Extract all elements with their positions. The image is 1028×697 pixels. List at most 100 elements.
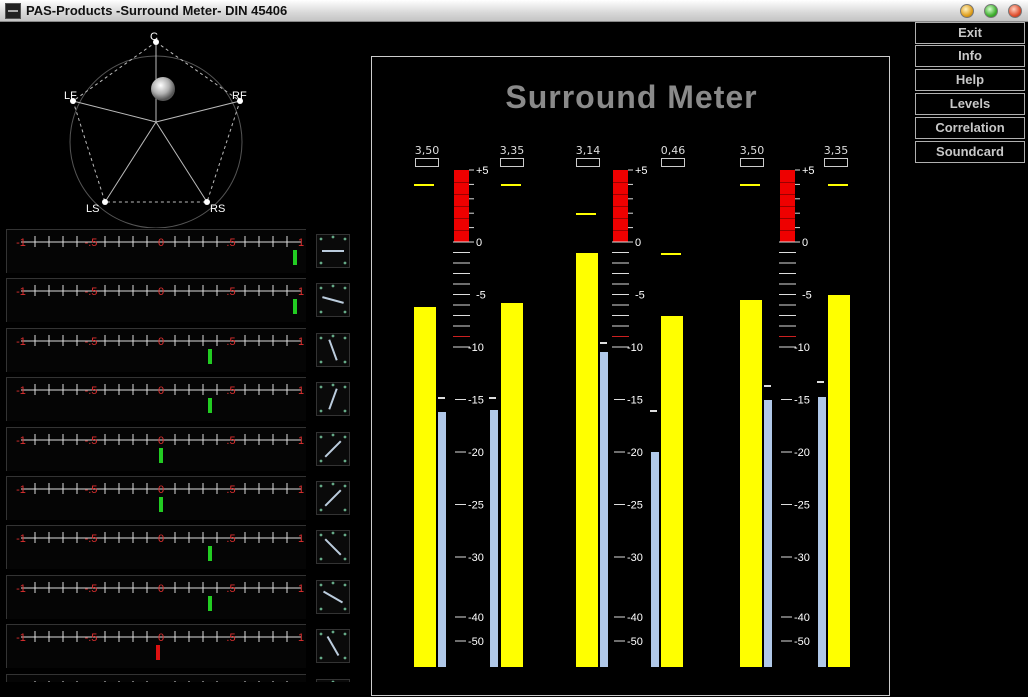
over-range-indicator: [780, 170, 795, 242]
right-rms-mark: [489, 397, 496, 399]
correlation-scale: -1-.50.51: [7, 526, 307, 570]
level-scale-label: -25: [627, 500, 643, 512]
goniometer-icon: [316, 382, 350, 416]
correlation-scale-label: 1: [298, 583, 304, 595]
right-peak-value: 3,35: [492, 144, 532, 157]
correlation-panel: -1-.50.51-1-.50.51-1-.50.51-1-.50.51-1-.…: [0, 228, 352, 682]
level-scale-label: 0: [802, 237, 808, 249]
level-scale-label: -40: [794, 612, 810, 624]
level-scale-label: -5: [476, 290, 486, 302]
correlation-scale-label: .5: [226, 237, 235, 249]
left-peak-value: 3,14: [568, 144, 608, 157]
correlation-row: -1-.50.51: [6, 377, 306, 421]
left-level-bar: [414, 307, 436, 667]
correlation-scale-label: .5: [226, 583, 235, 595]
correlation-indicator: [159, 497, 163, 512]
correlation-scale: -1-.50.51: [7, 477, 307, 521]
right-level-bar: [661, 316, 683, 668]
minimize-button[interactable]: [960, 4, 974, 18]
correlation-indicator: [208, 398, 212, 413]
sound-position-ball: [151, 77, 175, 101]
correlation-scale-label: 1: [298, 336, 304, 348]
surround-meter-panel: Surround Meter 3,503,35+50-5-10-15-20-25…: [371, 56, 890, 696]
correlation-row: -1-.50.51: [6, 427, 306, 471]
level-scale-label: -50: [794, 636, 810, 648]
close-button[interactable]: [1008, 4, 1022, 18]
level-scale-label: 0: [635, 237, 641, 249]
level-scale-label: -10: [627, 342, 643, 354]
correlation-scale-label: -1: [16, 237, 26, 249]
correlation-indicator: [159, 448, 163, 463]
correlation-row: -1-.50.51: [6, 575, 306, 619]
correlation-scale-label: 0: [158, 583, 164, 595]
over-range-indicator: [613, 170, 628, 242]
correlation-scale: -1-.50.51: [7, 329, 307, 373]
correlation-scale-label: -.5: [85, 385, 98, 397]
info-button[interactable]: Info: [915, 45, 1025, 67]
correlation-scale: -1-.50.51: [7, 675, 307, 682]
exit-button[interactable]: Exit: [915, 22, 1025, 44]
correlation-scale-label: -1: [16, 435, 26, 447]
correlation-scale: -1-.50.51: [7, 378, 307, 422]
right-rms-bar: [818, 397, 826, 667]
correlation-row: -1-.50.51: [6, 278, 306, 322]
left-peak-box: [576, 158, 600, 167]
maximize-button[interactable]: [984, 4, 998, 18]
right-peak-box: [500, 158, 524, 167]
correlation-scale: -1-.50.51: [7, 576, 307, 620]
goniometer-icon: [316, 530, 350, 564]
level-scale-label: +5: [635, 165, 648, 177]
correlation-row: -1-.50.51: [6, 328, 306, 372]
correlation-scale-label: 0: [158, 286, 164, 298]
correlation-scale-label: -1: [16, 533, 26, 545]
correlation-scale-label: .5: [226, 336, 235, 348]
correlation-scale-label: -.5: [85, 583, 98, 595]
correlation-scale-label: -.5: [85, 237, 98, 249]
correlation-scale-label: 1: [298, 385, 304, 397]
left-level-bar: [740, 300, 762, 667]
correlation-scale-label: 0: [158, 533, 164, 545]
correlation-scale-label: .5: [226, 435, 235, 447]
level-scale-label: -40: [468, 612, 484, 624]
right-peak-hold: [661, 253, 681, 255]
label-ls: LS: [86, 203, 99, 215]
level-scale-label: 0: [476, 237, 482, 249]
goniometer-icon: [316, 234, 350, 268]
title-bar[interactable]: PAS-Products -Surround Meter- DIN 45406: [0, 0, 1028, 22]
level-scale-label: -20: [794, 447, 810, 459]
correlation-indicator: [293, 299, 297, 314]
level-scale: +50-5-10-15-20-25-30-40-50: [372, 57, 891, 697]
pentagon-spokes: [73, 42, 240, 202]
goniometer-icon: [316, 481, 350, 515]
correlation-scale-label: 0: [158, 632, 164, 644]
right-rms-mark: [817, 381, 824, 383]
correlation-row: -1-.50.51: [6, 229, 306, 273]
correlation-scale-label: -.5: [85, 484, 98, 496]
correlation-scale: -1-.50.51: [7, 428, 307, 472]
correlation-scale-label: 0: [158, 484, 164, 496]
level-scale-label: -30: [794, 552, 810, 564]
correlation-row: -1-.50.51: [6, 624, 306, 668]
level-scale-label: -5: [802, 290, 812, 302]
correlation-indicator: [208, 349, 212, 364]
correlation-scale-label: -.5: [85, 435, 98, 447]
correlation-scale-label: -1: [16, 632, 26, 644]
level-scale-label: -25: [794, 500, 810, 512]
left-peak-hold: [576, 213, 596, 215]
level-scale-label: -10: [794, 342, 810, 354]
levels-button[interactable]: Levels: [915, 93, 1025, 115]
correlation-scale-label: -1: [16, 385, 26, 397]
soundcard-button[interactable]: Soundcard: [915, 141, 1025, 163]
correlation-scale-label: 1: [298, 435, 304, 447]
level-scale-label: -30: [627, 552, 643, 564]
correlation-scale-label: -.5: [85, 632, 98, 644]
goniometer-icon: [316, 432, 350, 466]
help-button[interactable]: Help: [915, 69, 1025, 91]
left-peak-box: [415, 158, 439, 167]
correlation-scale-label: -1: [16, 286, 26, 298]
level-scale-label: -40: [627, 612, 643, 624]
right-peak-value: 3,35: [816, 144, 856, 157]
correlation-button[interactable]: Correlation: [915, 117, 1025, 139]
correlation-row: -1-.50.51: [6, 674, 306, 682]
left-rms-bar: [764, 400, 772, 668]
